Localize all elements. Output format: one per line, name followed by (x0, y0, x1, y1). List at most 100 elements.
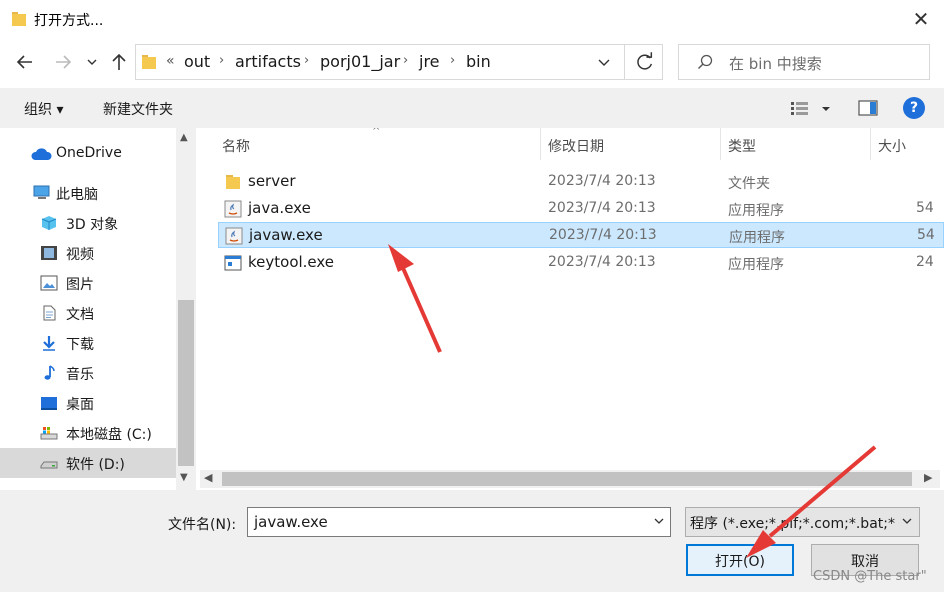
sidebar-item-this-pc[interactable]: 此电脑 (0, 178, 176, 208)
sidebar-item-label: 软件 (D:) (66, 457, 125, 473)
file-type-filter-select[interactable]: 程序 (*.exe;*.pif;*.com;*.bat;* (685, 507, 920, 537)
breadcrumb-jre[interactable]: jre (419, 52, 440, 71)
file-size: 54 (917, 227, 935, 243)
scrollbar-thumb[interactable] (222, 472, 912, 486)
file-row-server[interactable]: server 2023/7/4 20:13 文件夹 (218, 169, 944, 195)
file-type: 应用程序 (728, 203, 784, 219)
address-dropdown-icon[interactable] (592, 52, 616, 72)
breadcrumb-separator-icon[interactable]: › (304, 53, 309, 68)
breadcrumb-artifacts[interactable]: artifacts (235, 52, 301, 71)
breadcrumb-porj01-jar[interactable]: porj01_jar (320, 52, 400, 71)
search-box[interactable]: 在 bin 中搜索 (678, 44, 930, 80)
folder-icon (12, 12, 26, 26)
navigation-bar: « out › artifacts › porj01_jar › jre › b… (0, 38, 944, 88)
dialog-footer: 文件名(N): javaw.exe 程序 (*.exe;*.pif;*.com;… (0, 490, 944, 592)
file-type: 应用程序 (729, 230, 785, 246)
title-bar: 打开方式... ✕ (0, 0, 944, 38)
drive-d-icon (40, 461, 58, 469)
scroll-left-icon[interactable]: ◀ (204, 471, 212, 484)
close-icon[interactable]: ✕ (908, 8, 934, 30)
breadcrumb-out[interactable]: out (184, 52, 210, 71)
column-divider[interactable] (870, 128, 871, 160)
sidebar-item-pictures[interactable]: 图片 (0, 268, 176, 298)
cube-icon (41, 216, 57, 230)
filter-value: 程序 (*.exe;*.pif;*.com;*.bat;* (690, 516, 895, 532)
folder-icon (142, 55, 156, 69)
open-button[interactable]: 打开(O) (686, 544, 794, 576)
back-arrow-icon[interactable] (14, 51, 36, 73)
column-header-type[interactable]: 类型 (728, 128, 756, 160)
scroll-up-icon[interactable]: ▲ (180, 132, 188, 143)
address-bar[interactable]: « out › artifacts › porj01_jar › jre › b… (135, 44, 663, 80)
forward-arrow-icon[interactable] (52, 51, 74, 73)
filename-value[interactable]: javaw.exe (254, 513, 328, 531)
preview-pane-icon[interactable] (858, 98, 878, 118)
file-name: java.exe (248, 199, 311, 217)
sidebar-item-videos[interactable]: 视频 (0, 238, 176, 268)
breadcrumb-separator-icon[interactable]: › (219, 53, 224, 68)
breadcrumb-overflow[interactable]: « (166, 53, 175, 69)
file-list: ^ 名称 修改日期 类型 大小 server 2023/7/4 20:13 文件… (196, 128, 944, 490)
document-icon (43, 305, 56, 321)
column-divider[interactable] (540, 128, 541, 160)
column-header-name[interactable]: 名称 (222, 128, 250, 160)
sidebar-item-onedrive[interactable]: OneDrive (0, 139, 176, 169)
search-icon (698, 54, 713, 69)
column-divider[interactable] (720, 128, 721, 160)
file-date: 2023/7/4 20:13 (549, 227, 657, 243)
filename-label: 文件名(N): (168, 517, 237, 533)
sidebar-item-software-d[interactable]: 软件 (D:) (0, 448, 176, 478)
file-date: 2023/7/4 20:13 (548, 173, 656, 189)
sidebar-item-documents[interactable]: 文档 (0, 298, 176, 328)
file-row-javaw-exe[interactable]: javaw.exe 2023/7/4 20:13 应用程序 54 (218, 222, 944, 248)
file-size: 24 (916, 254, 934, 270)
java-exe-icon (225, 227, 243, 245)
scrollbar-thumb[interactable] (178, 300, 194, 466)
chevron-down-icon[interactable] (652, 514, 666, 528)
file-row-keytool-exe[interactable]: keytool.exe 2023/7/4 20:13 应用程序 24 (218, 250, 944, 276)
desktop-icon (41, 397, 57, 410)
file-row-java-exe[interactable]: java.exe 2023/7/4 20:13 应用程序 54 (218, 196, 944, 222)
file-name: server (248, 172, 296, 190)
file-type: 应用程序 (728, 257, 784, 273)
sidebar-scrollbar[interactable]: ▲ ▼ (176, 128, 196, 490)
sidebar-item-3d-objects[interactable]: 3D 对象 (0, 208, 176, 238)
organize-button[interactable]: 组织 ▾ (24, 99, 63, 119)
video-icon (41, 246, 57, 260)
picture-icon (40, 275, 58, 291)
sidebar-item-music[interactable]: 音乐 (0, 358, 176, 388)
horizontal-scrollbar[interactable]: ◀ ▶ (200, 470, 940, 488)
window-exe-icon (224, 255, 242, 271)
sidebar-item-label: 视频 (66, 247, 94, 263)
drive-c-icon (40, 427, 58, 440)
sidebar-item-local-disk-c[interactable]: 本地磁盘 (C:) (0, 418, 176, 448)
computer-icon (33, 185, 50, 199)
breadcrumb-separator-icon[interactable]: › (450, 53, 455, 68)
sidebar-item-label: 音乐 (66, 367, 94, 383)
help-icon[interactable]: ? (903, 97, 925, 119)
new-folder-button[interactable]: 新建文件夹 (103, 99, 173, 119)
filename-input[interactable]: javaw.exe (247, 507, 671, 537)
chevron-down-icon[interactable] (900, 514, 914, 528)
file-date: 2023/7/4 20:13 (548, 200, 656, 216)
sidebar-item-downloads[interactable]: 下载 (0, 328, 176, 358)
command-toolbar: 组织 ▾ 新建文件夹 ? (0, 88, 944, 128)
search-input[interactable]: 在 bin 中搜索 (729, 53, 822, 74)
sidebar-item-desktop[interactable]: 桌面 (0, 388, 176, 418)
scroll-right-icon[interactable]: ▶ (924, 471, 932, 484)
breadcrumb-bin[interactable]: bin (466, 52, 491, 71)
cloud-icon (31, 148, 52, 160)
recent-locations-chevron-icon[interactable] (84, 51, 100, 73)
column-header-date[interactable]: 修改日期 (548, 128, 604, 160)
file-type: 文件夹 (728, 176, 770, 192)
navigation-pane: OneDrive 此电脑 3D 对象 视频 图片 文档 下载 音乐 桌面 本地磁… (0, 128, 196, 490)
column-header-size[interactable]: 大小 (878, 128, 906, 160)
sidebar-item-label: 下载 (66, 337, 94, 353)
breadcrumb-separator-icon[interactable]: › (403, 53, 408, 68)
view-options-icon[interactable] (790, 98, 834, 120)
up-arrow-icon[interactable] (108, 51, 130, 73)
refresh-icon[interactable] (624, 45, 664, 79)
file-size: 54 (916, 200, 934, 216)
scroll-down-icon[interactable]: ▼ (180, 472, 188, 483)
csdn-watermark: CSDN @The star" (813, 569, 927, 584)
